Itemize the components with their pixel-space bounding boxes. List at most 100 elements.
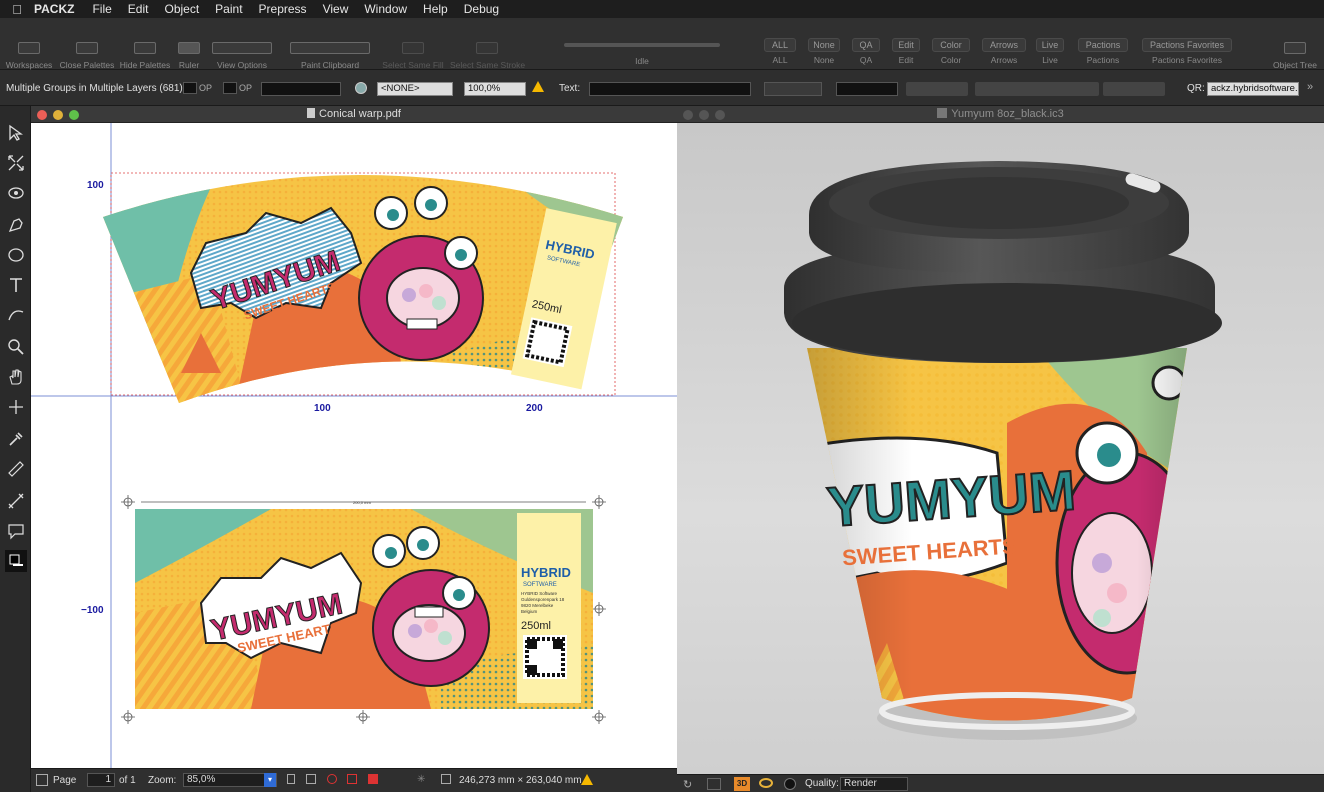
object-tree-button[interactable]: Object Tree xyxy=(1270,22,1320,70)
paint-clipboard-button[interactable]: Paint Clipboard xyxy=(284,22,376,70)
menu-debug[interactable]: Debug xyxy=(464,2,499,16)
overprint-fill-swatch[interactable] xyxy=(183,82,197,94)
comment-icon[interactable] xyxy=(5,520,27,542)
volume-flat: 250ml xyxy=(521,620,551,632)
view-mode-buttons[interactable] xyxy=(287,774,397,786)
ruler-label-y-neg100: −100 xyxy=(81,605,104,616)
tools-panel xyxy=(0,106,31,792)
quality-select[interactable]: Render xyxy=(840,777,908,791)
text-field[interactable] xyxy=(589,82,751,96)
ellipse-icon[interactable] xyxy=(5,244,27,266)
document-canvas[interactable]: 100 100 200 −100 YUMYUM SWEET HEARTS HYB… xyxy=(31,123,677,768)
filter-segment-none[interactable]: None xyxy=(808,38,840,52)
hide-palettes-button[interactable]: Hide Palettes xyxy=(118,22,172,70)
op-label-1: OP xyxy=(199,83,213,93)
filter-segment-color[interactable]: Color xyxy=(932,38,970,52)
filter-segment-live[interactable]: Live xyxy=(1036,38,1064,52)
page-field[interactable]: 1 xyxy=(87,773,115,787)
filter-segment-qa[interactable]: QA xyxy=(852,38,880,52)
filter-segment-pactions[interactable]: Pactions xyxy=(1078,38,1128,52)
filter-segment-label: None xyxy=(813,55,835,65)
3d-view-icon[interactable] xyxy=(5,182,27,204)
orbit-icon[interactable] xyxy=(759,778,773,788)
filter-segment-label: Pactions Favorites xyxy=(1152,55,1222,65)
3d-mode-button[interactable]: 3D xyxy=(734,777,750,791)
hand-icon[interactable] xyxy=(5,366,27,388)
select-same-stroke-button[interactable]: Select Same Stroke xyxy=(450,22,525,70)
close-palettes-button[interactable]: Close Palettes xyxy=(58,22,116,70)
workspaces-button[interactable]: Workspaces xyxy=(4,22,54,70)
menu-help[interactable]: Help xyxy=(423,2,448,16)
text-direction-buttons[interactable] xyxy=(906,82,968,96)
ruler-label-x200: 200 xyxy=(526,403,543,414)
zoom-icon[interactable] xyxy=(5,336,27,358)
text-layout-buttons[interactable] xyxy=(1103,82,1165,96)
document-titlebar: Conical warp.pdf xyxy=(31,106,677,123)
more-icon[interactable]: » xyxy=(1307,81,1313,93)
ruler-icon xyxy=(176,38,202,58)
qr-url-field[interactable]: ackz.hybridsoftware.c xyxy=(1207,82,1299,96)
camera-icon[interactable] xyxy=(707,778,721,790)
flat-artwork[interactable]: 200,0 mm YUMYUM SWEET HEARTS HYBRID SOFT… xyxy=(121,495,606,724)
3d-status-bar: ↻ 3D Quality: Render xyxy=(677,774,1324,792)
dimension-icon[interactable] xyxy=(5,490,27,512)
filter-segment-arrows[interactable]: Arrows xyxy=(982,38,1026,52)
menu-file[interactable]: File xyxy=(92,2,111,16)
filter-segment-all[interactable]: ALL xyxy=(764,38,796,52)
fill-stroke-icon[interactable] xyxy=(5,550,27,572)
menu-view[interactable]: View xyxy=(323,2,349,16)
select-same-fill-button[interactable]: Select Same Fill xyxy=(382,22,444,70)
swatch-select[interactable]: <NONE> xyxy=(377,82,453,96)
warning-icon xyxy=(532,81,544,92)
zoom-window-icon[interactable] xyxy=(69,110,79,120)
eyedropper-icon[interactable] xyxy=(5,428,27,450)
curve-icon[interactable] xyxy=(5,304,27,326)
3d-viewport[interactable]: YUMYUM SWEET HEARTS xyxy=(677,123,1324,774)
status-warning-icon[interactable] xyxy=(581,774,593,785)
zoom-dropdown-icon[interactable]: ▾ xyxy=(264,773,276,787)
measure-icon[interactable] xyxy=(5,458,27,480)
close-window-icon[interactable] xyxy=(37,110,47,120)
logo-sub-flat: SOFTWARE xyxy=(523,582,557,588)
apple-icon[interactable]:  xyxy=(0,2,34,17)
zoom-field[interactable]: 85,0% xyxy=(183,773,277,787)
guide-icon[interactable] xyxy=(5,396,27,418)
filter-segment-pactions-favorites[interactable]: Pactions Favorites xyxy=(1142,38,1232,52)
separator-icon: ✳ xyxy=(417,774,426,785)
menu-paint[interactable]: Paint xyxy=(215,2,242,16)
ruler-button[interactable]: Ruler xyxy=(176,22,202,70)
font-size-field[interactable] xyxy=(764,82,822,96)
address-line-2: Guldensporenpark 18 xyxy=(521,597,565,602)
menu-bar:  PACKZ File Edit Object Paint Prepress … xyxy=(0,0,1324,18)
transform-icon[interactable] xyxy=(5,152,27,174)
document-window: Conical warp.pdf 100 100 200 −100 YUMYUM… xyxy=(31,106,677,792)
view-options-button[interactable]: View Options xyxy=(210,22,274,70)
close-3d-window-icon[interactable] xyxy=(683,110,693,120)
menu-window[interactable]: Window xyxy=(364,2,407,16)
3d-file-icon xyxy=(937,108,948,118)
conical-warp-artwork[interactable]: YUMYUM SWEET HEARTS HYBRID SOFTWARE 250m… xyxy=(91,123,651,423)
text-tool-icon[interactable] xyxy=(5,274,27,296)
minimize-3d-window-icon[interactable] xyxy=(699,110,709,120)
page-panel-icon[interactable] xyxy=(36,774,48,786)
3d-titlebar: Yumyum 8oz_black.ic3 xyxy=(677,106,1324,123)
opacity-field[interactable]: 100,0% xyxy=(464,82,526,96)
zoom-3d-window-icon[interactable] xyxy=(715,110,725,120)
text-color-select[interactable] xyxy=(836,82,898,96)
reset-view-icon[interactable]: ↻ xyxy=(683,778,692,791)
app-menu[interactable]: PACKZ xyxy=(34,2,74,16)
menu-edit[interactable]: Edit xyxy=(128,2,149,16)
menu-prepress[interactable]: Prepress xyxy=(259,2,307,16)
overprint-stroke-swatch[interactable] xyxy=(223,82,237,94)
lighting-icon[interactable] xyxy=(784,778,796,790)
menu-object[interactable]: Object xyxy=(164,2,199,16)
text-align-buttons[interactable] xyxy=(975,82,1099,96)
ruler-label-x100: 100 xyxy=(314,403,331,414)
minimize-window-icon[interactable] xyxy=(53,110,63,120)
filter-segment-edit[interactable]: Edit xyxy=(892,38,920,52)
pen-icon[interactable] xyxy=(5,214,27,236)
view-options-icon xyxy=(210,38,274,58)
workspaces-icon xyxy=(4,38,54,58)
select-arrow-icon[interactable] xyxy=(5,122,27,144)
color-select[interactable] xyxy=(261,82,341,96)
